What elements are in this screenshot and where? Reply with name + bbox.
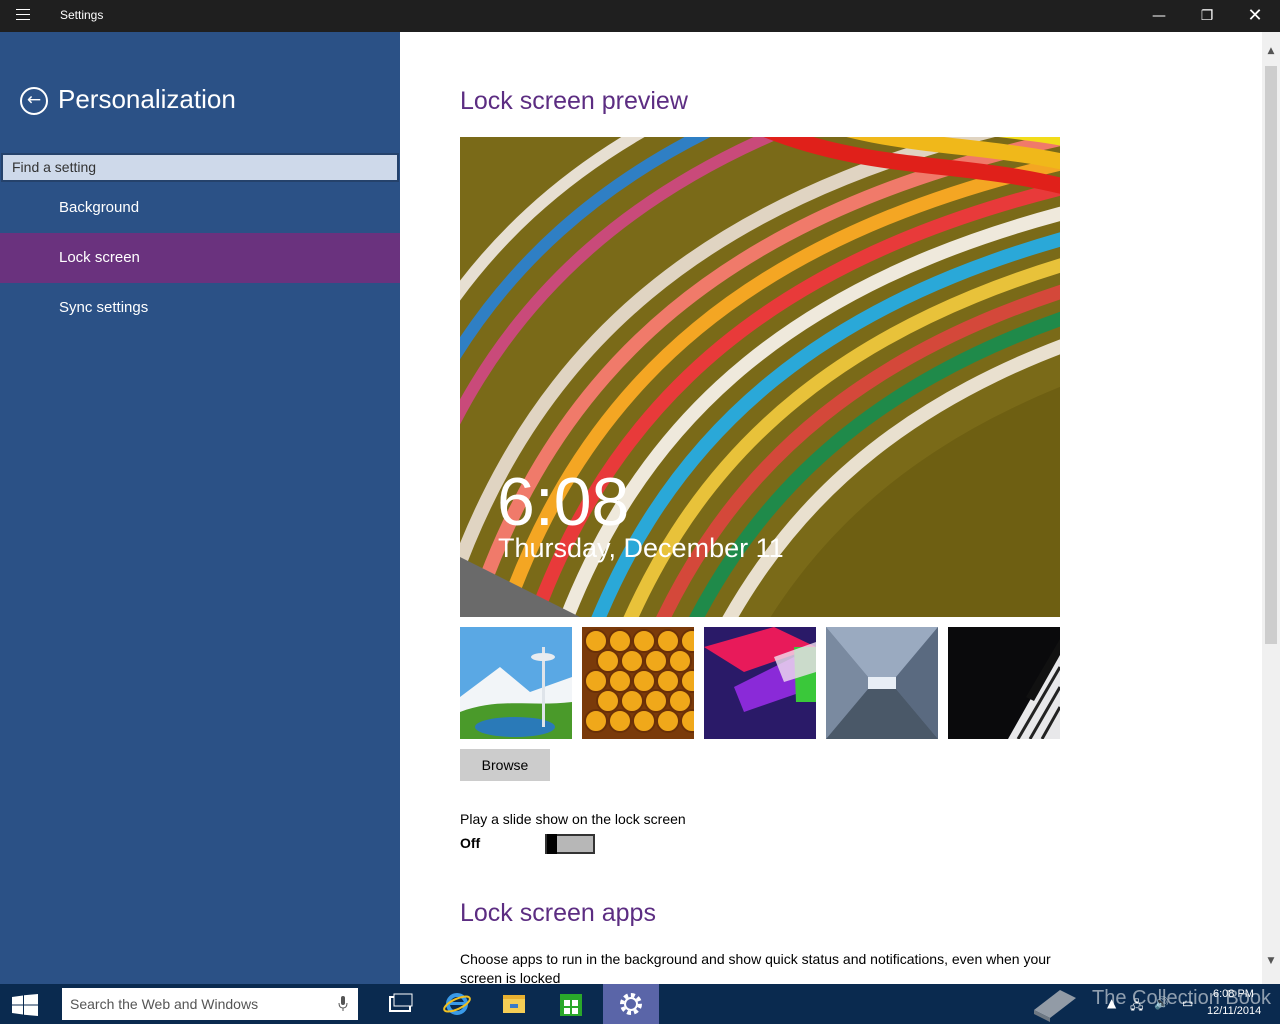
- main-content: Lock screen preview 6:08 Thursday, Decem…: [400, 32, 1280, 986]
- title-bar: Settings — ❐ ✕: [0, 0, 1280, 32]
- taskbar-clock-time[interactable]: 6:08 PM: [1213, 988, 1254, 1000]
- settings-gear-icon[interactable]: [603, 984, 659, 1024]
- windows-start-icon[interactable]: [12, 994, 38, 1016]
- lock-screen-preview-heading: Lock screen preview: [460, 87, 688, 115]
- network-icon[interactable]: 🖧: [1130, 996, 1143, 1017]
- find-setting-input[interactable]: Find a setting: [1, 153, 399, 182]
- piano-thumbnail-icon: [948, 627, 1060, 739]
- minimize-button[interactable]: —: [1136, 0, 1182, 32]
- wallpaper-thumb-tunnel[interactable]: [826, 627, 938, 739]
- book-watermark-icon: [1034, 990, 1076, 1022]
- volume-icon[interactable]: 🔊: [1154, 996, 1169, 1010]
- wallpaper-thumb-abstract-shapes[interactable]: [704, 627, 816, 739]
- wallpaper-thumb-piano[interactable]: [948, 627, 1060, 739]
- lock-screen-preview-image: 6:08 Thursday, December 11: [460, 137, 1060, 617]
- close-button[interactable]: ✕: [1232, 0, 1278, 32]
- toggle-knob: [547, 834, 557, 854]
- lock-screen-apps-heading: Lock screen apps: [460, 899, 656, 927]
- back-arrow-icon[interactable]: ←: [20, 87, 48, 115]
- store-icon[interactable]: [543, 984, 599, 1024]
- slideshow-toggle[interactable]: [545, 834, 595, 854]
- preview-date: Thursday, December 11: [498, 533, 784, 563]
- vertical-scrollbar[interactable]: ▲ ▼: [1262, 32, 1280, 984]
- tunnel-thumbnail-icon: [826, 627, 938, 739]
- browse-button[interactable]: Browse: [460, 749, 550, 781]
- sidebar-item-background[interactable]: Background: [0, 183, 400, 233]
- maximize-button[interactable]: ❐: [1184, 0, 1230, 32]
- internet-explorer-icon[interactable]: [429, 984, 485, 1024]
- action-center-icon[interactable]: ▭: [1182, 996, 1193, 1010]
- scroll-up-icon[interactable]: ▲: [1262, 42, 1280, 60]
- scrollbar-thumb[interactable]: [1265, 66, 1277, 644]
- microphone-icon[interactable]: [338, 996, 348, 1012]
- scroll-down-icon[interactable]: ▼: [1262, 952, 1280, 970]
- section-title: Personalization: [58, 84, 236, 114]
- taskbar-search-input[interactable]: Search the Web and Windows: [62, 988, 358, 1020]
- abstract-shapes-thumbnail-icon: [704, 627, 816, 739]
- file-explorer-icon[interactable]: [486, 984, 542, 1024]
- sidebar-item-lock-screen[interactable]: Lock screen: [0, 233, 400, 283]
- slideshow-state-label: Off: [460, 835, 481, 851]
- show-hidden-icons-icon[interactable]: ▲: [1107, 996, 1116, 1010]
- slideshow-label: Play a slide show on the lock screen: [460, 811, 686, 827]
- honeycomb-thumbnail-icon: [582, 627, 694, 739]
- sidebar: ← Personalization Find a setting Backgro…: [0, 32, 400, 984]
- sidebar-item-sync-settings[interactable]: Sync settings: [0, 283, 400, 333]
- window-title: Settings: [60, 8, 104, 22]
- taskbar-clock-date[interactable]: 12/11/2014: [1207, 1005, 1261, 1017]
- task-view-icon[interactable]: [372, 984, 428, 1024]
- lock-screen-apps-description: Choose apps to run in the background and…: [460, 951, 1051, 986]
- taskbar-search-placeholder: Search the Web and Windows: [70, 996, 259, 1012]
- wallpaper-thumb-honeycomb[interactable]: [582, 627, 694, 739]
- wallpaper-thumb-space-needle[interactable]: [460, 627, 572, 739]
- hamburger-menu-icon[interactable]: [16, 9, 30, 23]
- taskbar: Search the Web and Windows The Collectio…: [0, 984, 1280, 1024]
- preview-clock: 6:08: [497, 464, 630, 540]
- space-needle-thumbnail-icon: [460, 627, 572, 739]
